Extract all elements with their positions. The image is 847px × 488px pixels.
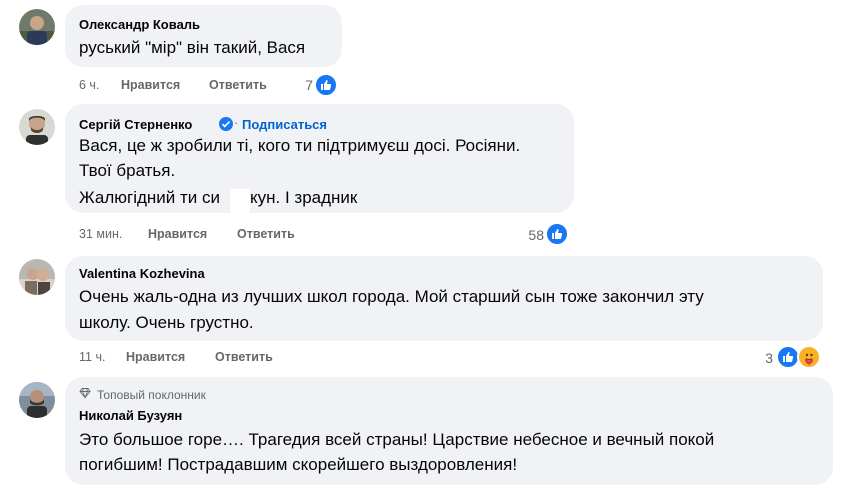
like-button[interactable]: Нравится xyxy=(126,350,185,364)
comment-text: погибшим! Пострадавшим скорейшего выздор… xyxy=(79,455,518,474)
comment-text: школу. Очень грустно. xyxy=(79,313,254,332)
comment-text: Это большое горе…. Трагедия всей страны!… xyxy=(79,430,715,449)
comment-author[interactable]: Valentina Kozhevina xyxy=(79,266,205,281)
care-reaction-icon[interactable] xyxy=(797,345,821,369)
avatar[interactable] xyxy=(19,9,55,45)
comment-text: Твої братья. xyxy=(79,161,176,180)
reply-button[interactable]: Ответить xyxy=(237,227,295,241)
avatar[interactable] xyxy=(19,109,55,145)
like-button[interactable]: Нравится xyxy=(148,227,207,241)
follow-button[interactable]: Подписаться xyxy=(242,117,327,132)
comment-text: Очень жаль-одна из лучших школ города. М… xyxy=(79,287,704,306)
reaction-count[interactable]: 3 xyxy=(760,350,773,366)
comment-time[interactable]: 31 мин. xyxy=(79,227,122,241)
avatar[interactable] xyxy=(19,382,55,418)
comment-text: руський "мір" він такий, Вася xyxy=(79,38,306,57)
comment-time[interactable]: 11 ч. xyxy=(79,350,105,364)
censor-mask xyxy=(230,189,250,213)
like-reaction-icon[interactable] xyxy=(545,222,569,246)
reply-button[interactable]: Ответить xyxy=(209,78,267,92)
comment-text: Жалюгідний ти си xyxy=(79,188,221,207)
comment-author[interactable]: Николай Бузуян xyxy=(79,408,182,423)
comment-text: кун. І зрадник xyxy=(250,188,358,207)
separator-dot: · xyxy=(234,116,239,130)
top-fan-badge: Топовый поклонник xyxy=(97,388,206,402)
comment-time[interactable]: 6 ч. xyxy=(79,78,99,92)
avatar[interactable] xyxy=(19,259,55,295)
reply-button[interactable]: Ответить xyxy=(215,350,273,364)
comment-text: Вася, це ж зробили ті, кого ти підтримує… xyxy=(79,136,521,155)
verified-icon xyxy=(219,117,233,131)
reaction-count[interactable]: 58 xyxy=(522,227,544,243)
like-button[interactable]: Нравится xyxy=(121,78,180,92)
top-fan-icon xyxy=(79,387,91,402)
reaction-count[interactable]: 7 xyxy=(300,77,313,93)
comment-author[interactable]: Сергій Стерненко xyxy=(79,117,192,132)
comment-author[interactable]: Олександр Коваль xyxy=(79,17,200,32)
like-reaction-icon[interactable] xyxy=(314,73,338,97)
